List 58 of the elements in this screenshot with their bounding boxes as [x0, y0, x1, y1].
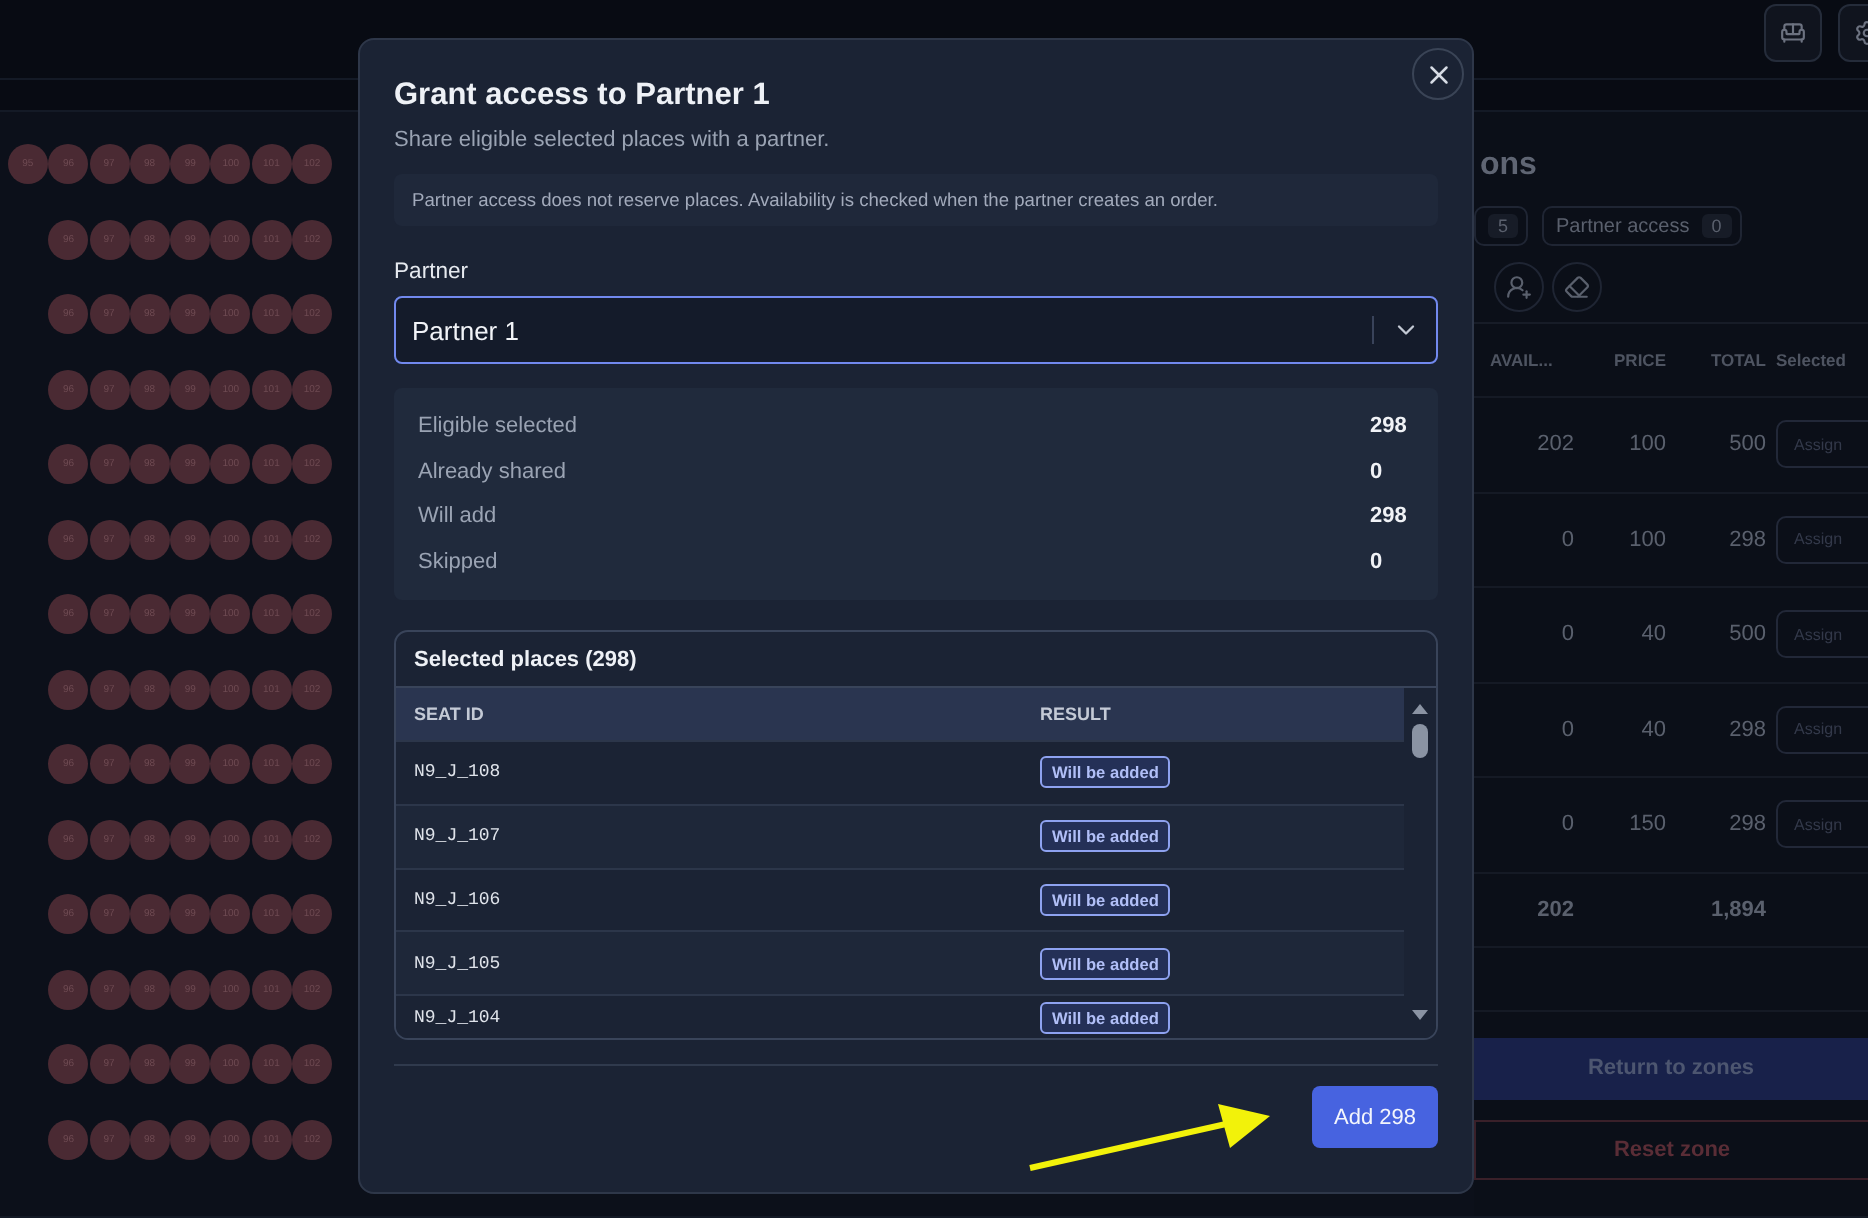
info-notice: Partner access does not reserve places. Availability is checked when the partner creates an order. [394, 174, 1438, 226]
filter-chip[interactable]: Partner access 0 [1542, 206, 1742, 246]
sofa-icon[interactable] [1764, 4, 1822, 62]
table-cell-text: 0 [1559, 812, 1574, 837]
dialog-title: Grant access to Partner 1 [394, 78, 772, 114]
table-cell-text: 202 [1535, 432, 1574, 457]
status-tag: Will be added [1040, 1001, 1171, 1034]
summary-value: 0 [1370, 549, 1385, 574]
partner-select[interactable]: Partner 1 [394, 296, 1438, 364]
table-cell-text: 298 [1727, 717, 1766, 742]
filter-chip[interactable]: 5 [1474, 206, 1529, 246]
table-cell-text: 298 [1727, 527, 1766, 552]
table-cell-text: 100 [1627, 527, 1666, 552]
chip-label: Partner access [1556, 215, 1690, 237]
status-tag: Will be added [1040, 947, 1171, 980]
summary-value: 298 [1370, 504, 1409, 529]
reset-button[interactable]: Reset zone [1474, 1119, 1868, 1179]
seat-id: N9_J_106 [414, 889, 503, 910]
table-cell-text: 298 [1727, 812, 1766, 837]
add-button[interactable]: Add 298 [1312, 1086, 1438, 1148]
chip-count: 0 [1701, 214, 1732, 238]
close-icon[interactable] [1412, 48, 1464, 100]
table-cell-text: 150 [1627, 812, 1666, 837]
summary-label: Will add [418, 504, 497, 529]
dialog-subtitle: Share eligible selected places with a partner. [394, 128, 832, 152]
table-cell-text: 40 [1639, 717, 1666, 742]
column-header: AVAIL... [1488, 350, 1555, 370]
column-header: RESULT [1040, 704, 1113, 724]
chip-count: 5 [1488, 214, 1519, 238]
column-header: Selected [1774, 350, 1848, 370]
column-header: SEAT ID [414, 704, 486, 724]
seat-id: N9_J_108 [414, 762, 503, 783]
total-cell-text: 202 [1535, 897, 1574, 921]
column-header: TOTAL [1708, 350, 1766, 370]
table-cell-text: 0 [1559, 717, 1574, 742]
status-tag: Will be added [1040, 756, 1171, 789]
table-cell-text: 100 [1627, 432, 1666, 457]
table-cell-text: 0 [1559, 622, 1574, 647]
summary-value: 0 [1370, 459, 1385, 484]
user-plus-icon[interactable] [1494, 262, 1544, 312]
total-cell-text: 1,894 [1708, 897, 1766, 921]
table-cell-text: 0 [1559, 527, 1574, 552]
summary-label: Already shared [418, 459, 566, 484]
table-cell-text: 500 [1727, 622, 1766, 647]
table-cell-text: 40 [1639, 622, 1666, 647]
seat-id: N9_J_107 [414, 826, 503, 847]
summary-value: 298 [1370, 414, 1409, 439]
panel-title: ons [1478, 148, 1539, 186]
seat-id: N9_J_104 [414, 1007, 503, 1028]
summary-label: Skipped [418, 549, 498, 574]
summary-label: Eligible selected [418, 414, 577, 439]
status-tag: Will be added [1040, 820, 1171, 853]
table-cell-text: 500 [1727, 432, 1766, 457]
field-label: Partner [394, 260, 471, 284]
column-header: PRICE [1612, 350, 1666, 370]
seat-id: N9_J_105 [414, 953, 503, 974]
eraser-icon[interactable] [1552, 262, 1602, 312]
status-tag: Will be added [1040, 883, 1171, 916]
